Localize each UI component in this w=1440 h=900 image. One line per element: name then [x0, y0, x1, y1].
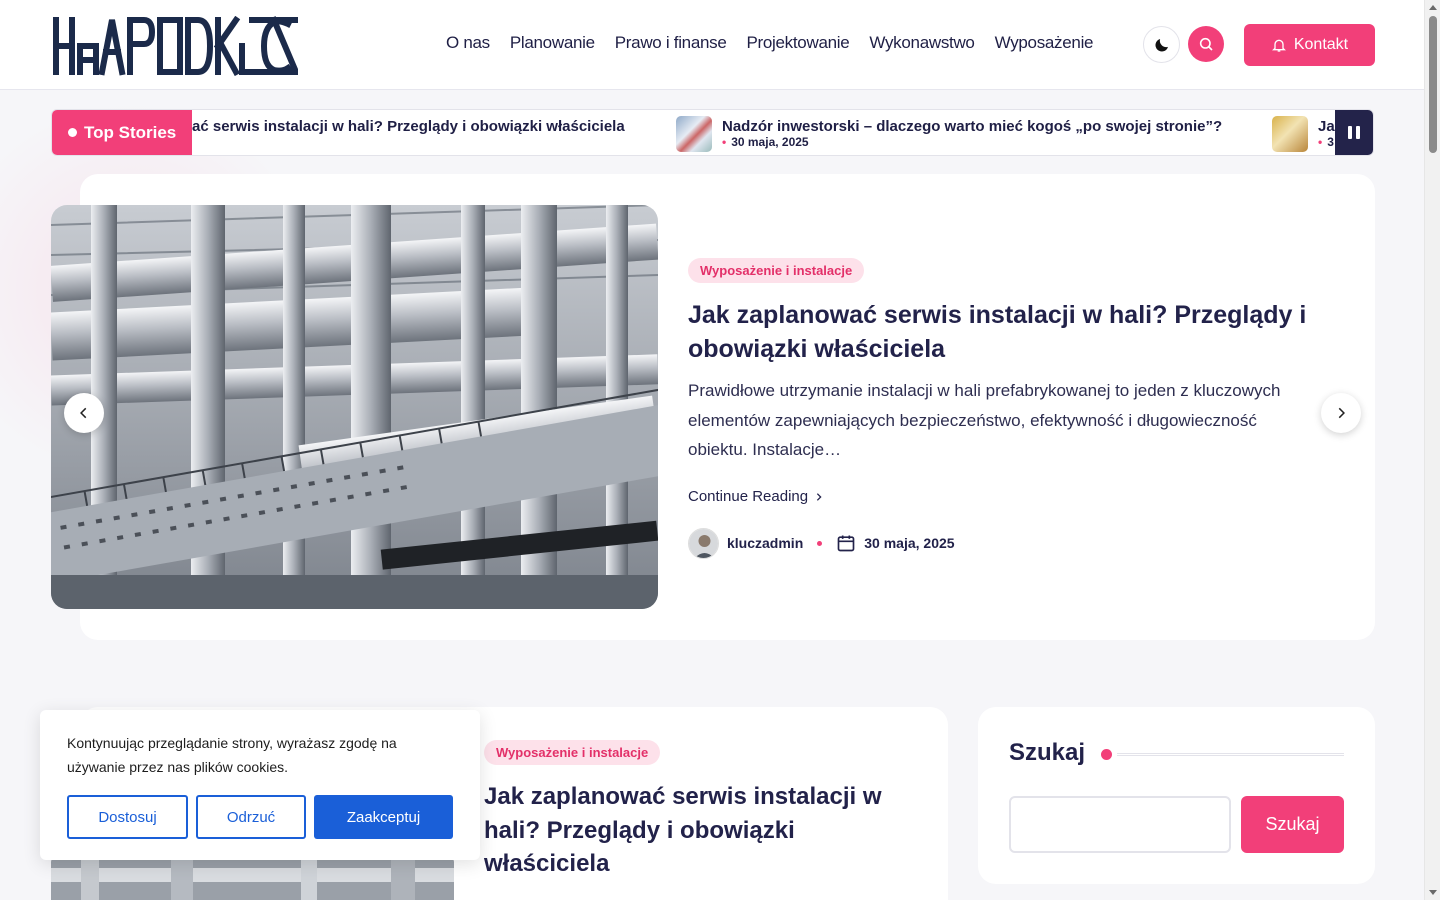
continue-reading-label: Continue Reading	[688, 488, 809, 505]
ticker-thumbnail	[676, 116, 712, 152]
post-title[interactable]: Jak zaplanować serwis instalacji w hali?…	[484, 780, 924, 881]
sidebar-search-title: Szukaj	[1009, 739, 1086, 766]
hero-category-badge[interactable]: Wyposażenie i instalacje	[688, 258, 865, 283]
sidebar-search-input[interactable]	[1009, 796, 1231, 853]
ticker-thumbnail	[1272, 116, 1308, 152]
meta-separator	[817, 540, 823, 546]
cookie-accept-button[interactable]: Zaakceptuj	[314, 795, 453, 839]
ticker-item-title: Nadzór inwestorski – dlaczego warto mieć…	[722, 118, 1223, 135]
post-thumbnail[interactable]	[51, 858, 454, 900]
ticker-item-date: 3	[1318, 135, 1334, 149]
ticker-item[interactable]: Nadzór inwestorski – dlaczego warto mieć…	[676, 110, 1276, 155]
author-avatar[interactable]	[688, 527, 719, 559]
scroll-down-icon[interactable]	[1429, 890, 1437, 895]
cookie-customize-button[interactable]: Dostosuj	[67, 795, 188, 839]
hero-excerpt: Prawidłowe utrzymanie instalacji w hali …	[688, 381, 1281, 459]
moon-icon	[1154, 38, 1168, 52]
scroll-thumb[interactable]	[1429, 16, 1437, 153]
site-logo[interactable]	[52, 16, 298, 76]
slider-prev-button[interactable]	[64, 393, 104, 433]
nav-item-prawo-i-finanse[interactable]: Prawo i finanse	[615, 33, 727, 53]
bell-icon	[1271, 39, 1286, 52]
title-decoration	[1101, 749, 1344, 760]
post-category-badge[interactable]: Wyposażenie i instalacje	[484, 740, 661, 765]
slider-next-button[interactable]	[1321, 393, 1361, 433]
main-nav: O nas Planowanie Prawo i finanse Projekt…	[446, 33, 1094, 53]
chevron-left-icon	[80, 407, 87, 419]
chevron-right-icon	[816, 492, 822, 501]
nav-item-planowanie[interactable]: Planowanie	[510, 33, 595, 53]
top-stories-label: Top Stories	[52, 110, 192, 155]
continue-reading-link[interactable]: Continue Reading	[688, 488, 824, 505]
live-dot-icon	[68, 128, 77, 137]
calendar-icon	[837, 535, 855, 552]
dark-mode-toggle[interactable]	[1143, 26, 1180, 63]
hero-meta: kluczadmin 30 maja, 2025	[688, 527, 955, 559]
contact-button[interactable]: Kontakt	[1244, 24, 1375, 66]
ticker-item-title: Ja	[1318, 118, 1335, 135]
page-scrollbar[interactable]	[1424, 0, 1440, 900]
sidebar-search-button[interactable]: Szukaj	[1241, 796, 1344, 853]
nav-item-projektowanie[interactable]: Projektowanie	[747, 33, 850, 53]
ticker-pause-button[interactable]	[1335, 110, 1373, 155]
nav-item-wykonawstwo[interactable]: Wykonawstwo	[869, 33, 975, 53]
post-date: 30 maja, 2025	[864, 535, 955, 551]
top-stories-ticker: Top Stories ać serwis instalacji w hali?…	[51, 109, 1374, 156]
ticker-label-text: Top Stories	[84, 122, 177, 142]
nav-item-wyposazenie[interactable]: Wyposażenie	[995, 33, 1094, 53]
author-name[interactable]: kluczadmin	[727, 535, 803, 551]
pause-icon	[1348, 126, 1352, 139]
hero-title[interactable]: Jak zaplanować serwis instalacji w hali?…	[688, 298, 1338, 366]
contact-button-label: Kontakt	[1293, 36, 1349, 53]
ticker-track: ać serwis instalacji w hali? Przeglądy i…	[192, 110, 1335, 155]
ticker-item-date: 30 maja, 2025	[722, 135, 808, 149]
cookie-banner: Kontynuując przeglądanie strony, wyrażas…	[40, 710, 480, 860]
search-icon	[1199, 37, 1213, 51]
pipes-illustration	[51, 205, 658, 609]
nav-item-o-nas[interactable]: O nas	[446, 33, 490, 53]
cookie-text: Kontynuując przeglądanie strony, wyrażas…	[67, 735, 397, 775]
cookie-reject-button[interactable]: Odrzuć	[196, 795, 306, 839]
chevron-right-icon	[1338, 407, 1345, 419]
search-button[interactable]	[1188, 26, 1224, 62]
site-header: O nas Planowanie Prawo i finanse Projekt…	[0, 0, 1424, 90]
scroll-up-icon[interactable]	[1429, 5, 1437, 10]
ticker-item[interactable]: Ja 3	[1272, 110, 1335, 155]
featured-image[interactable]	[51, 205, 658, 609]
ticker-item-title: ać serwis instalacji w hali? Przeglądy i…	[192, 118, 625, 135]
